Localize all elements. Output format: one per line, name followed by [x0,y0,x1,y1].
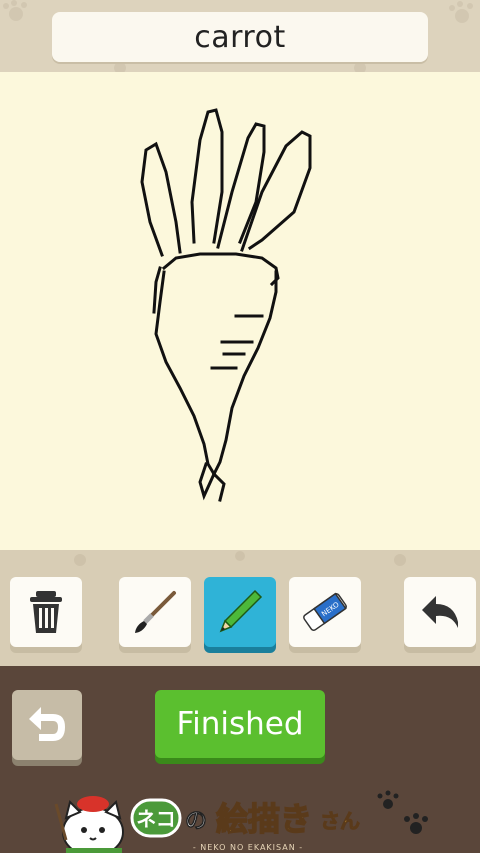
eraser-tool-button[interactable]: NEKO [289,577,361,647]
cat-mascot-icon [54,796,124,853]
back-button[interactable] [12,690,82,760]
clear-canvas-button[interactable] [10,577,82,647]
pencil-icon [219,589,263,633]
pencil-tool-button[interactable] [204,577,276,647]
prompt-word-box: carrot [52,12,428,62]
trash-icon [30,591,62,633]
undo-button[interactable] [404,577,476,647]
neko-no-ekakisan-logo: ネコ の 絵描き さん - NEKO NO EKAKISAN - [54,790,428,853]
prompt-word: carrot [194,19,286,55]
paintbrush-tool-button[interactable] [119,577,191,647]
logo-title-no: の [185,809,207,834]
return-arrow-icon [29,707,65,741]
app-root: carrot NEKO Finished ネコ の 絵描き さん - NEKO … [0,0,480,853]
tool-bar: NEKO [0,550,480,666]
logo-title-san: さん [320,809,360,833]
undo-icon [422,596,458,628]
drawing-canvas[interactable] [0,72,480,550]
finished-button[interactable]: Finished [155,690,325,758]
paintbrush-icon [135,591,176,633]
top-bar: carrot [0,0,480,72]
logo-title-ekaki: 絵描き [216,800,312,838]
bottom-panel: Finished ネコ の 絵描き さん - NEKO NO EKAKISAN … [0,666,480,853]
logo-title-neko: ネコ [136,807,176,831]
carrot-drawing [140,108,312,502]
logo-subtitle: - NEKO NO EKAKISAN - [193,843,303,852]
paw-print-icon [377,790,428,834]
finished-button-label: Finished [176,706,304,742]
eraser-icon: NEKO [303,592,347,631]
paw-pattern-decoration [74,551,406,566]
